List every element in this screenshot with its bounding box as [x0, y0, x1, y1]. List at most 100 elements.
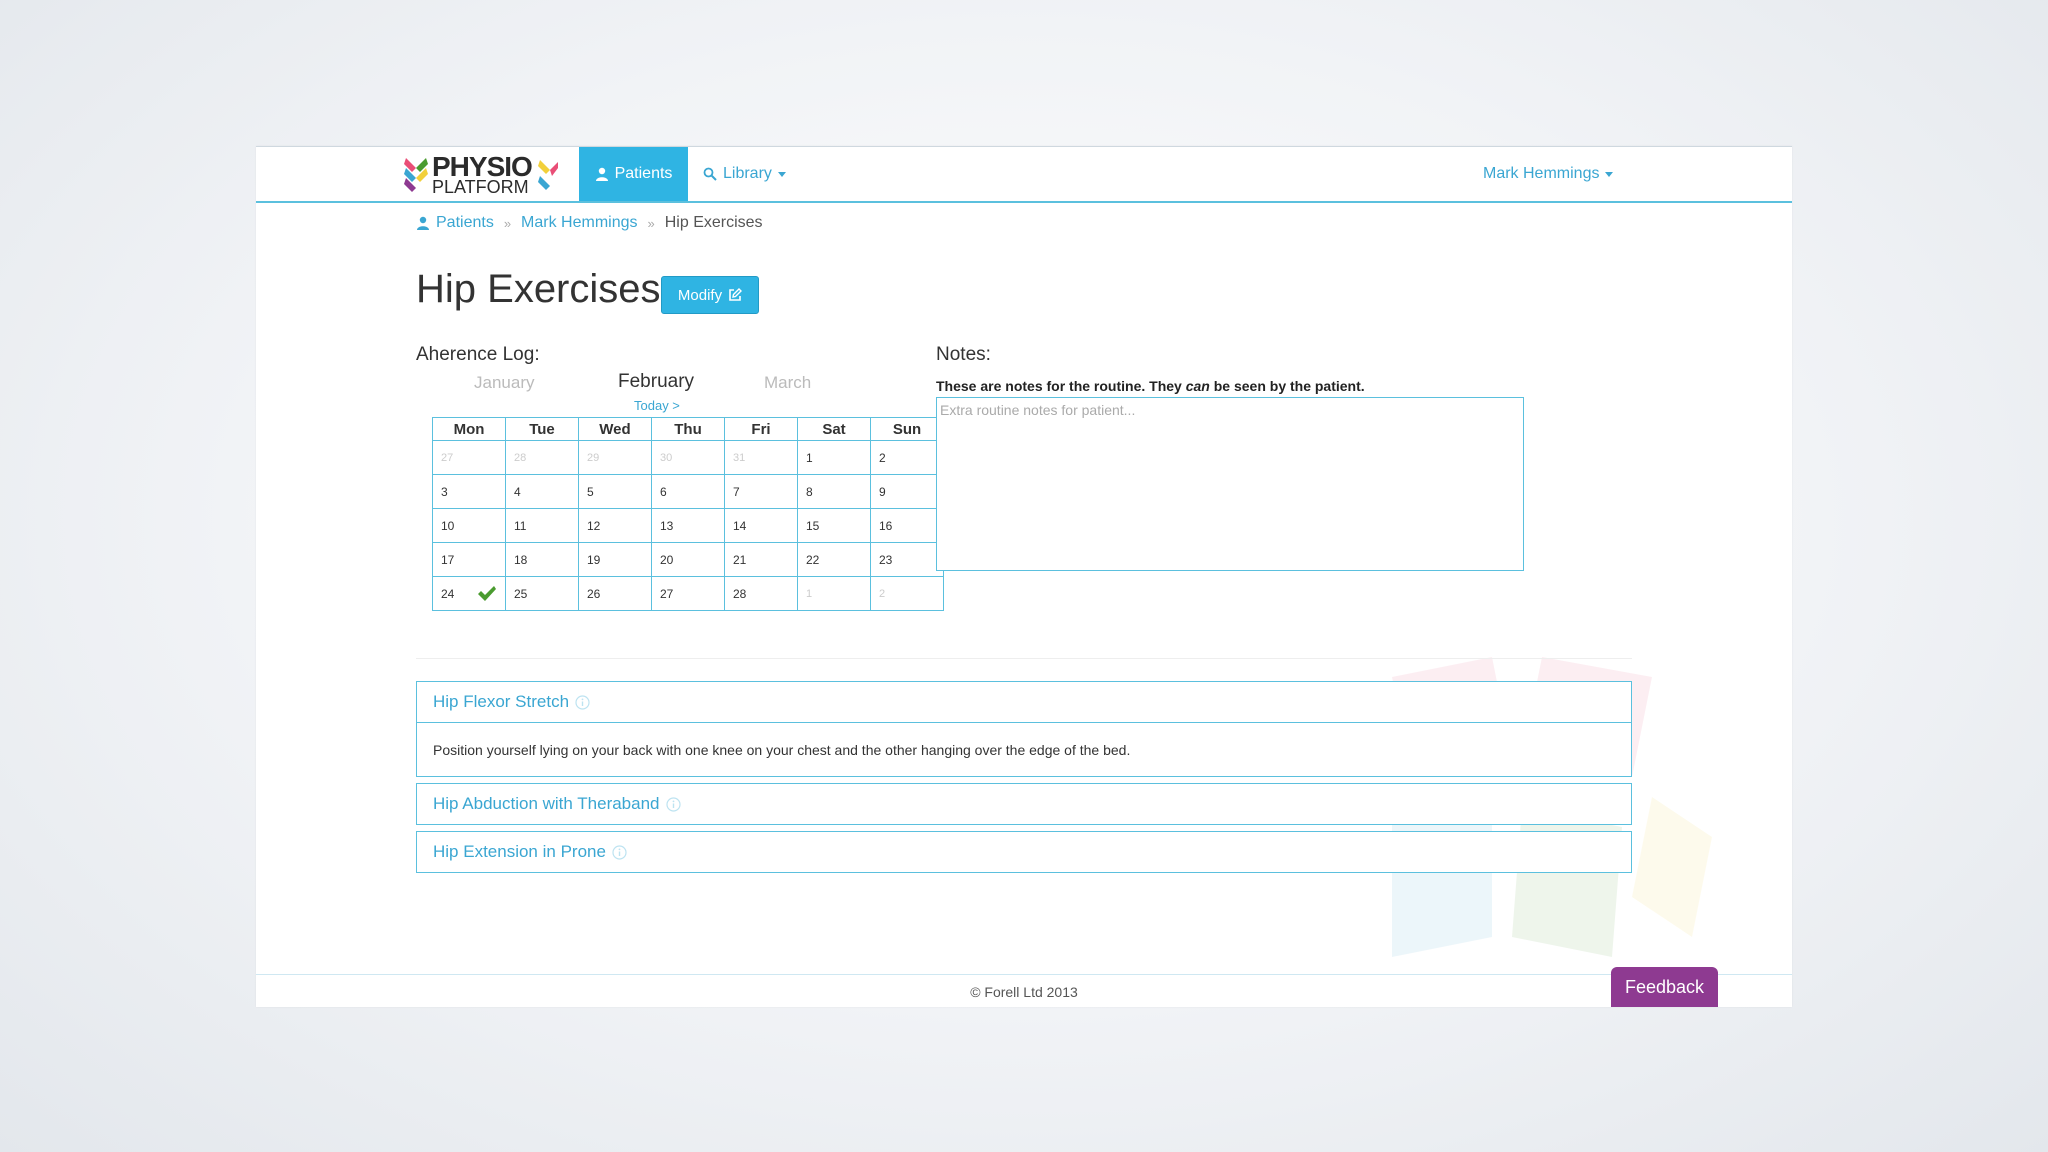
exercise-panel-header[interactable]: Hip Extension in Prone [417, 832, 1631, 872]
weekday-header: Thu [651, 417, 725, 441]
info-icon[interactable] [575, 694, 590, 710]
calendar-day[interactable]: 22 [797, 542, 871, 577]
calendar-day-number: 25 [514, 586, 528, 601]
calendar-day[interactable]: 10 [432, 508, 506, 543]
calendar-day[interactable]: 24 [432, 576, 506, 611]
next-month-link[interactable]: March [764, 373, 811, 393]
calendar-day[interactable]: 2 [870, 576, 944, 611]
weekday-header: Tue [505, 417, 579, 441]
month-switcher: January February March [416, 371, 896, 395]
calendar-week-row: 10 11 12 13 14 15 16 [432, 508, 944, 543]
calendar-day-number: 2 [879, 587, 886, 600]
calendar-day-number: 3 [441, 484, 448, 499]
current-month: February [618, 371, 695, 392]
calendar-day[interactable]: 20 [651, 542, 725, 577]
exercise-panel-body: Position yourself lying on your back wit… [417, 722, 1631, 776]
calendar-day[interactable]: 23 [870, 542, 944, 577]
calendar-day[interactable]: 18 [505, 542, 579, 577]
calendar-day[interactable]: 21 [724, 542, 798, 577]
calendar-day[interactable]: 25 [505, 576, 579, 611]
calendar-day[interactable]: 7 [724, 474, 798, 509]
calendar-day[interactable]: 12 [578, 508, 652, 543]
calendar-day[interactable]: 27 [651, 576, 725, 611]
app-window: PHYSIO PLATFORM Patients Library Mark He… [256, 146, 1792, 1007]
calendar-day-number: 13 [660, 518, 674, 533]
calendar-day[interactable]: 5 [578, 474, 652, 509]
calendar-week-row: 27 28 29 30 31 1 2 [432, 440, 944, 475]
calendar-day[interactable]: 16 [870, 508, 944, 543]
calendar-day[interactable]: 26 [578, 576, 652, 611]
exercise-name: Hip Abduction with Theraband [433, 794, 660, 813]
weekday-header: Mon [432, 417, 506, 441]
nav-tab-patients[interactable]: Patients [579, 147, 688, 201]
exercise-panel-hip-flexor-stretch: Hip Flexor Stretch Position yourself lyi… [416, 681, 1632, 777]
calendar-day[interactable]: 27 [432, 440, 506, 475]
breadcrumb-patients[interactable]: Patients [416, 214, 494, 232]
calendar-day[interactable]: 2 [870, 440, 944, 475]
calendar-day[interactable]: 29 [578, 440, 652, 475]
calendar-day[interactable]: 13 [651, 508, 725, 543]
breadcrumb-separator: » [647, 215, 655, 231]
feedback-button[interactable]: Feedback [1611, 967, 1718, 1007]
today-link[interactable]: Today > [634, 398, 680, 413]
calendar-day-number: 18 [514, 552, 528, 567]
calendar-day[interactable]: 28 [505, 440, 579, 475]
exercise-panel-header[interactable]: Hip Abduction with Theraband [417, 784, 1631, 824]
calendar-day[interactable]: 19 [578, 542, 652, 577]
calendar-day[interactable]: 1 [797, 576, 871, 611]
calendar-day-number: 27 [660, 586, 674, 601]
calendar-day-number: 11 [514, 518, 527, 533]
calendar-day-number: 27 [441, 451, 454, 464]
calendar-day-number: 10 [441, 518, 455, 533]
info-icon[interactable] [612, 844, 627, 860]
calendar-day-number: 8 [806, 484, 813, 499]
calendar-day-number: 1 [806, 450, 813, 465]
calendar-day[interactable]: 9 [870, 474, 944, 509]
nav-dropdown-library-label: Library [723, 165, 772, 182]
user-menu[interactable]: Mark Hemmings [1483, 147, 1614, 201]
calendar-day[interactable]: 14 [724, 508, 798, 543]
calendar-day[interactable]: 6 [651, 474, 725, 509]
routine-notes-textarea[interactable] [936, 397, 1524, 571]
weekday-header: Sun [870, 417, 944, 441]
brand-logo-mark-right-icon [537, 160, 558, 190]
modify-button[interactable]: Modify [661, 276, 759, 314]
calendar-day[interactable]: 4 [505, 474, 579, 509]
page-title: Hip Exercises [416, 267, 661, 311]
nav-tab-patients-label: Patients [614, 165, 673, 182]
calendar-day[interactable]: 1 [797, 440, 871, 475]
calendar-day[interactable]: 17 [432, 542, 506, 577]
calendar-day[interactable]: 31 [724, 440, 798, 475]
edit-icon [729, 288, 743, 301]
caret-down-icon [777, 171, 786, 177]
copyright-text: © Forell Ltd 2013 [970, 983, 1078, 1000]
calendar-day-number: 24 [441, 586, 455, 601]
calendar-day-number: 4 [514, 484, 521, 499]
brand-line2: PLATFORM [432, 176, 529, 197]
calendar-day[interactable]: 30 [651, 440, 725, 475]
calendar-day[interactable]: 11 [505, 508, 579, 543]
adherence-calendar: Mon Tue Wed Thu Fri Sat Sun 27 28 29 30 31 1 2 3 4 5 6 7 8… [432, 417, 944, 611]
section-divider [416, 658, 1632, 659]
exercise-panel-header[interactable]: Hip Flexor Stretch [417, 682, 1631, 722]
calendar-day[interactable]: 3 [432, 474, 506, 509]
calendar-day-number: 6 [660, 484, 667, 499]
calendar-day-number: 5 [587, 484, 594, 499]
breadcrumb-patient[interactable]: Mark Hemmings [521, 214, 637, 232]
calendar-day-number: 2 [879, 450, 886, 465]
calendar-day-number: 22 [806, 552, 820, 567]
user-menu-label: Mark Hemmings [1483, 165, 1600, 182]
prev-month-link[interactable]: January [474, 373, 534, 393]
notes-description-start: These are notes for the routine. They [936, 378, 1186, 394]
breadcrumb-patients-label: Patients [436, 214, 494, 231]
calendar-day-number: 15 [806, 518, 820, 533]
calendar-day[interactable]: 15 [797, 508, 871, 543]
calendar-day[interactable]: 8 [797, 474, 871, 509]
calendar-day-number: 23 [879, 552, 893, 567]
notes-label: Notes: [936, 344, 991, 365]
calendar-day[interactable]: 28 [724, 576, 798, 611]
info-icon[interactable] [665, 796, 681, 812]
checkmark-icon [478, 586, 496, 601]
nav-dropdown-library[interactable]: Library [703, 147, 786, 201]
brand-logo[interactable]: PHYSIO PLATFORM [404, 152, 558, 197]
